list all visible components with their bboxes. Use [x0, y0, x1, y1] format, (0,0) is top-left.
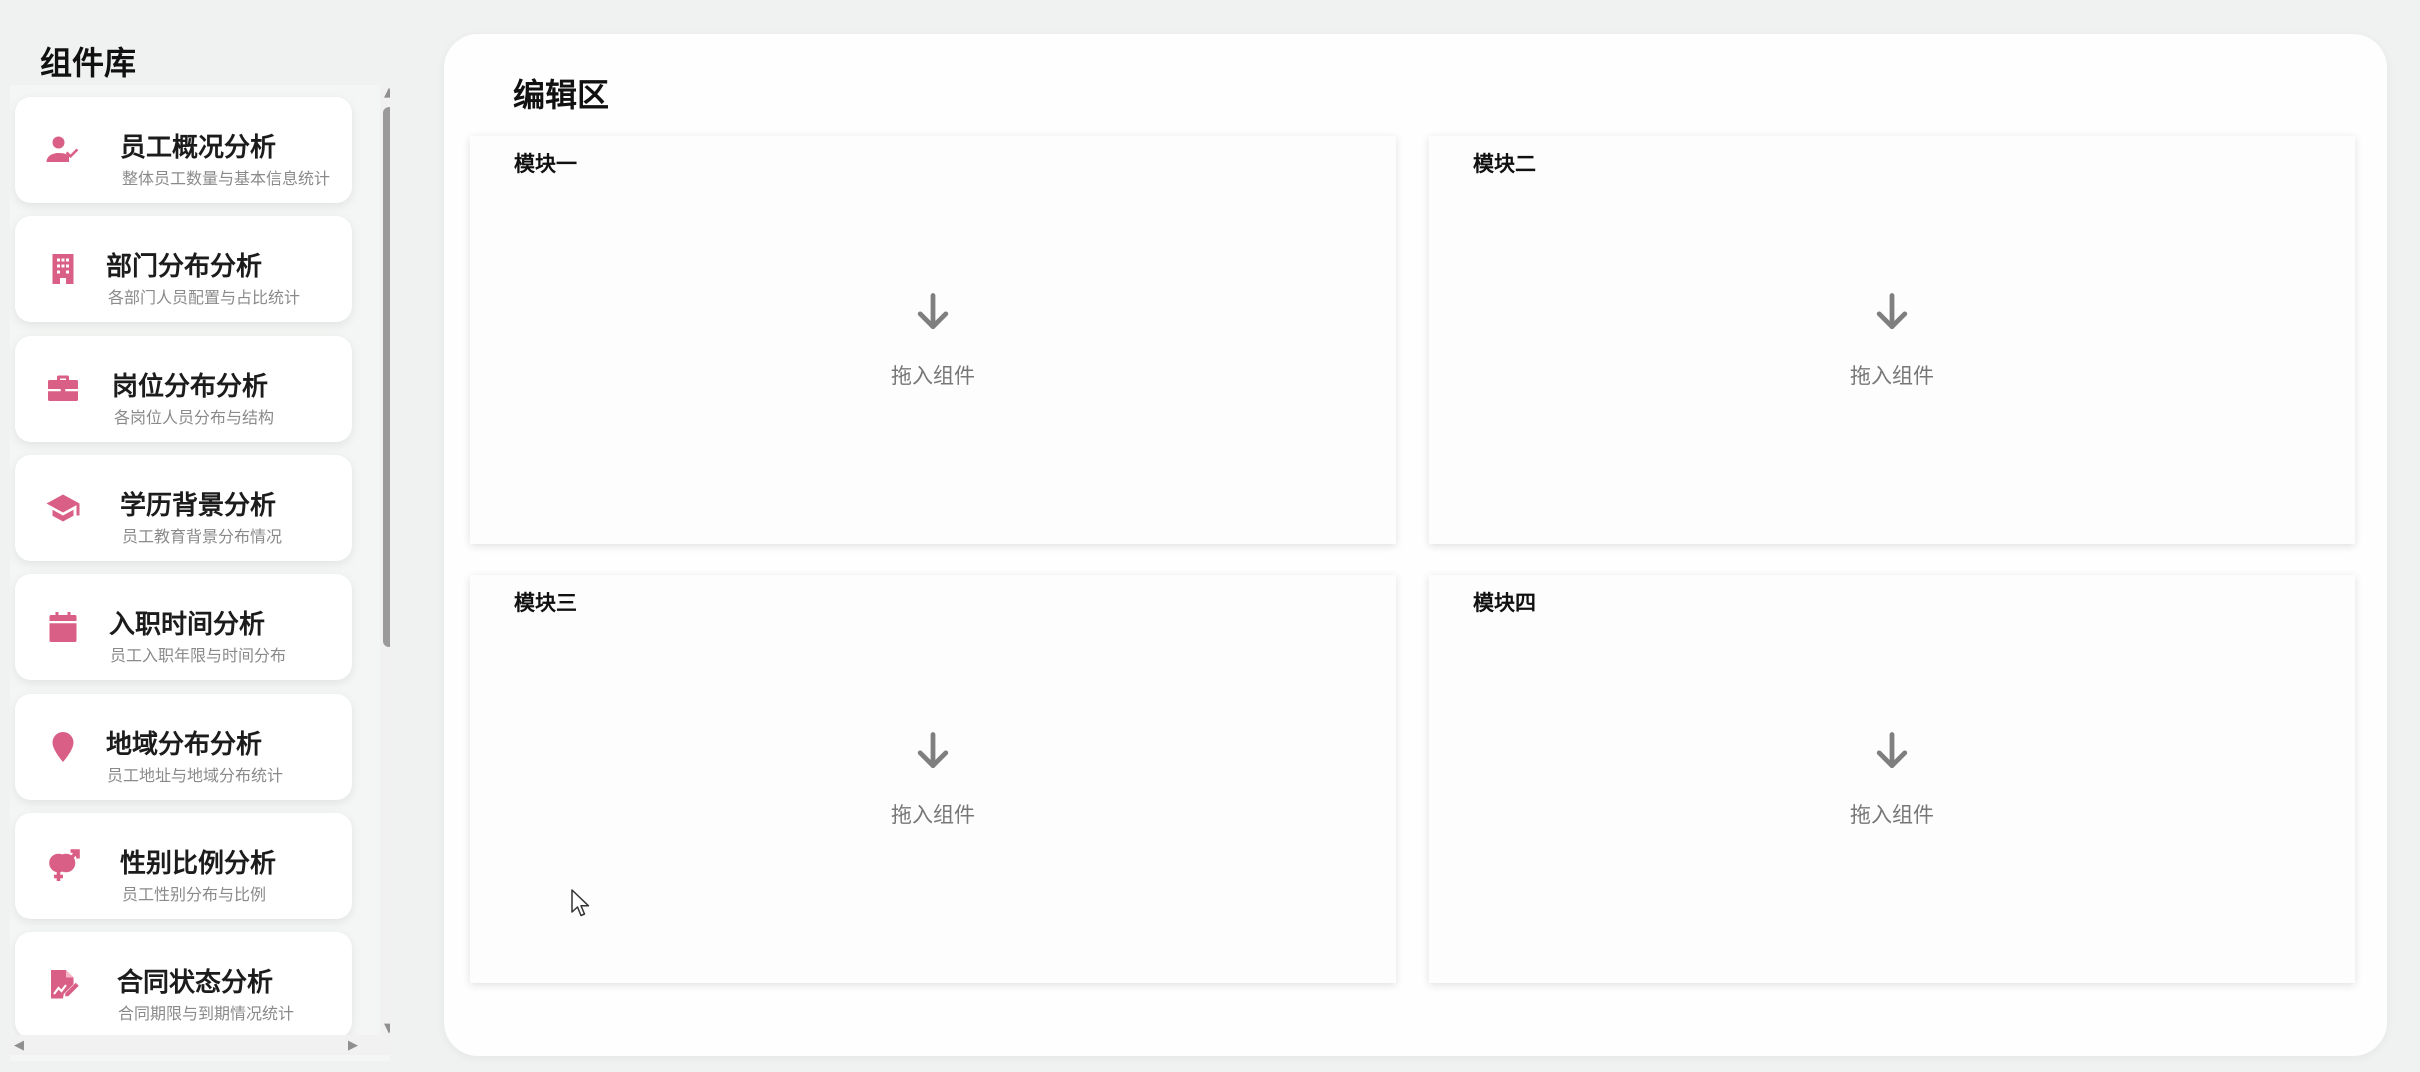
component-card-region[interactable]: 地域分布分析 员工地址与地域分布统计 [15, 694, 352, 800]
drop-placeholder: 拖入组件 [1850, 803, 1934, 827]
drop-zone[interactable]: 拖入组件 [1429, 136, 2355, 544]
component-desc: 员工教育背景分布情况 [122, 527, 283, 546]
contract-sign-icon [43, 965, 83, 1005]
module-1[interactable]: 模块一 拖入组件 [470, 136, 1396, 544]
scroll-up-arrow-icon[interactable]: ▲ [382, 85, 390, 100]
scroll-down-arrow-icon[interactable]: ▼ [382, 1021, 390, 1036]
component-title: 性别比例分析 [120, 849, 277, 879]
component-card-onboarding-time[interactable]: 入职时间分析 员工入职年限与时间分布 [15, 574, 352, 680]
module-2[interactable]: 模块二 拖入组件 [1429, 136, 2355, 544]
component-title: 员工概况分析 [120, 133, 277, 163]
component-title: 地域分布分析 [106, 730, 263, 760]
component-desc: 各部门人员配置与占比统计 [108, 288, 301, 307]
sidebar-vertical-scrollbar[interactable]: ▲ ▼ [380, 85, 390, 1036]
calendar-icon [43, 607, 83, 647]
arrow-down-icon [911, 290, 955, 338]
module-3[interactable]: 模块三 拖入组件 [470, 575, 1396, 983]
drop-zone[interactable]: 拖入组件 [1429, 575, 2355, 983]
component-card-position[interactable]: 岗位分布分析 各岗位人员分布与结构 [15, 336, 352, 442]
component-title: 入职时间分析 [109, 610, 266, 640]
component-card-gender[interactable]: 性别比例分析 员工性别分布与比例 [15, 813, 352, 919]
map-pin-icon [43, 727, 83, 767]
component-card-education[interactable]: 学历背景分析 员工教育背景分布情况 [15, 455, 352, 561]
scroll-left-arrow-icon[interactable]: ◀ [12, 1038, 26, 1053]
drop-zone[interactable]: 拖入组件 [470, 136, 1396, 544]
component-desc: 员工入职年限与时间分布 [110, 646, 287, 665]
arrow-down-icon [1870, 290, 1914, 338]
component-title: 岗位分布分析 [112, 372, 269, 402]
drop-placeholder: 拖入组件 [891, 803, 975, 827]
gender-icon [43, 846, 83, 886]
app-root: 组件库 员工概况分析 整体员工数量与基本信息统计 部门分布分析 各部门人员配置与… [0, 0, 2420, 1072]
component-list: 员工概况分析 整体员工数量与基本信息统计 部门分布分析 各部门人员配置与占比统计… [10, 85, 390, 1061]
drop-placeholder: 拖入组件 [891, 364, 975, 388]
arrow-down-icon [911, 729, 955, 777]
editing-area: 编辑区 模块一 拖入组件 模块二 拖入组件 模块三 拖入组件 模块四 拖入组件 [444, 34, 2387, 1056]
component-card-department[interactable]: 部门分布分析 各部门人员配置与占比统计 [15, 216, 352, 322]
component-desc: 员工性别分布与比例 [122, 885, 267, 904]
mouse-cursor-icon [570, 888, 592, 918]
component-title: 部门分布分析 [106, 252, 263, 282]
editing-area-title: 编辑区 [513, 76, 610, 114]
module-4[interactable]: 模块四 拖入组件 [1429, 575, 2355, 983]
component-title: 学历背景分析 [120, 491, 277, 521]
drop-placeholder: 拖入组件 [1850, 364, 1934, 388]
building-icon [43, 249, 83, 289]
component-title: 合同状态分析 [117, 968, 274, 998]
user-check-icon [43, 130, 83, 170]
component-card-contract[interactable]: 合同状态分析 合同期限与到期情况统计 [15, 932, 352, 1038]
briefcase-icon [43, 369, 83, 409]
component-desc: 各岗位人员分布与结构 [114, 408, 275, 427]
component-desc: 员工地址与地域分布统计 [107, 766, 284, 785]
component-card-employee-overview[interactable]: 员工概况分析 整体员工数量与基本信息统计 [15, 97, 352, 203]
graduation-cap-icon [43, 488, 83, 528]
component-desc: 合同期限与到期情况统计 [118, 1004, 295, 1023]
component-desc: 整体员工数量与基本信息统计 [122, 169, 331, 188]
scrollbar-thumb[interactable] [383, 107, 390, 647]
arrow-down-icon [1870, 729, 1914, 777]
component-library-title: 组件库 [40, 44, 137, 82]
drop-zone[interactable]: 拖入组件 [470, 575, 1396, 983]
scroll-right-arrow-icon[interactable]: ▶ [346, 1038, 360, 1053]
component-library: 组件库 员工概况分析 整体员工数量与基本信息统计 部门分布分析 各部门人员配置与… [0, 0, 400, 1072]
sidebar-horizontal-scrollbar[interactable]: ◀ ▶ [10, 1035, 390, 1055]
